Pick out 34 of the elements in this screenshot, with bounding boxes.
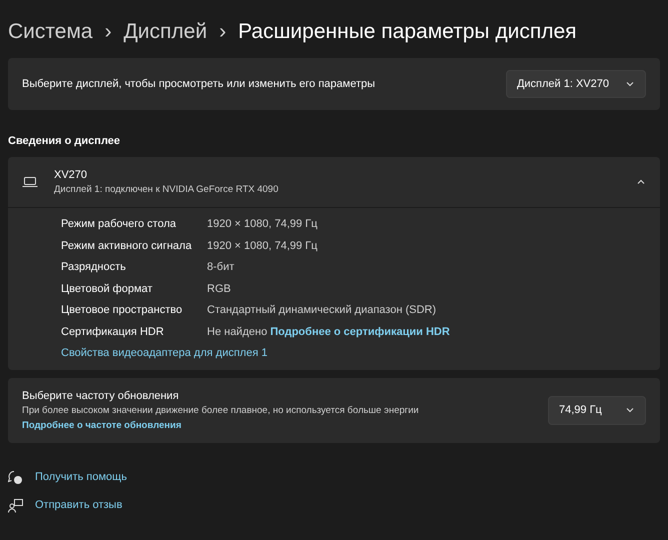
setting-title: Выберите частоту обновления — [22, 388, 180, 404]
breadcrumb-link[interactable]: Система — [8, 16, 93, 48]
feedback-icon — [8, 498, 23, 513]
setting-description: При более высоком значении движение более плавное, но используется больше энергии Подробнее о частоте обновления — [22, 404, 420, 432]
info-label: Цветовое пространство — [61, 303, 184, 318]
laptop-icon — [22, 176, 38, 188]
info-label: Цветовой формат — [61, 282, 154, 297]
footer-link[interactable]: Получить помощь — [35, 468, 127, 486]
help-icon — [8, 470, 23, 484]
page-title: Расширенные параметры дисплея — [238, 19, 577, 45]
footer-link[interactable]: Отправить отзыв — [35, 497, 122, 514]
breadcrumb-link[interactable]: Дисплей — [124, 16, 208, 48]
info-value: 1920 × 1080, 74,99 Гц — [207, 218, 318, 230]
breadcrumb-separator: › — [104, 19, 112, 45]
info-value: 8-бит — [207, 261, 234, 274]
info-value: 1920 × 1080, 74,99 Гц — [207, 240, 318, 252]
setting-label: Выберите дисплей, чтобы просмотреть или изменить его параметры — [22, 76, 376, 92]
hdr-info-link[interactable]: Подробнее о сертификации HDR — [270, 326, 450, 338]
info-label: Режим активного сигнала — [61, 238, 193, 254]
display-subtitle: Дисплей 1: подключен к NVIDIA GeForce RTX 4090 — [54, 183, 280, 197]
breadcrumb-separator: › — [219, 19, 226, 45]
display-header[interactable]: XV270 Дисплей 1: подключен к NVIDIA GeForce RTX 4090 — [8, 156, 660, 208]
info-label: Разрядность — [61, 260, 127, 276]
refresh-rate-link[interactable]: Подробнее о частоте обновления — [22, 420, 182, 430]
info-value: Не найдено — [207, 326, 268, 338]
display-dropdown[interactable]: Дисплей 1: XV270 — [506, 70, 646, 98]
display-name: XV270 — [54, 168, 88, 182]
info-value: Стандартный динамический диапазон (SDR) — [207, 304, 436, 316]
info-label: Сертификация HDR — [61, 324, 165, 340]
adapter-properties-link[interactable]: Свойства видеоадаптера для дисплея 1 — [61, 345, 268, 362]
refresh-rate-dropdown[interactable]: 74,99 Гц — [548, 396, 646, 424]
info-value: RGB — [207, 282, 231, 295]
info-label: Режим рабочего стола — [61, 217, 178, 232]
section-heading: Сведения о дисплее — [7, 134, 122, 149]
